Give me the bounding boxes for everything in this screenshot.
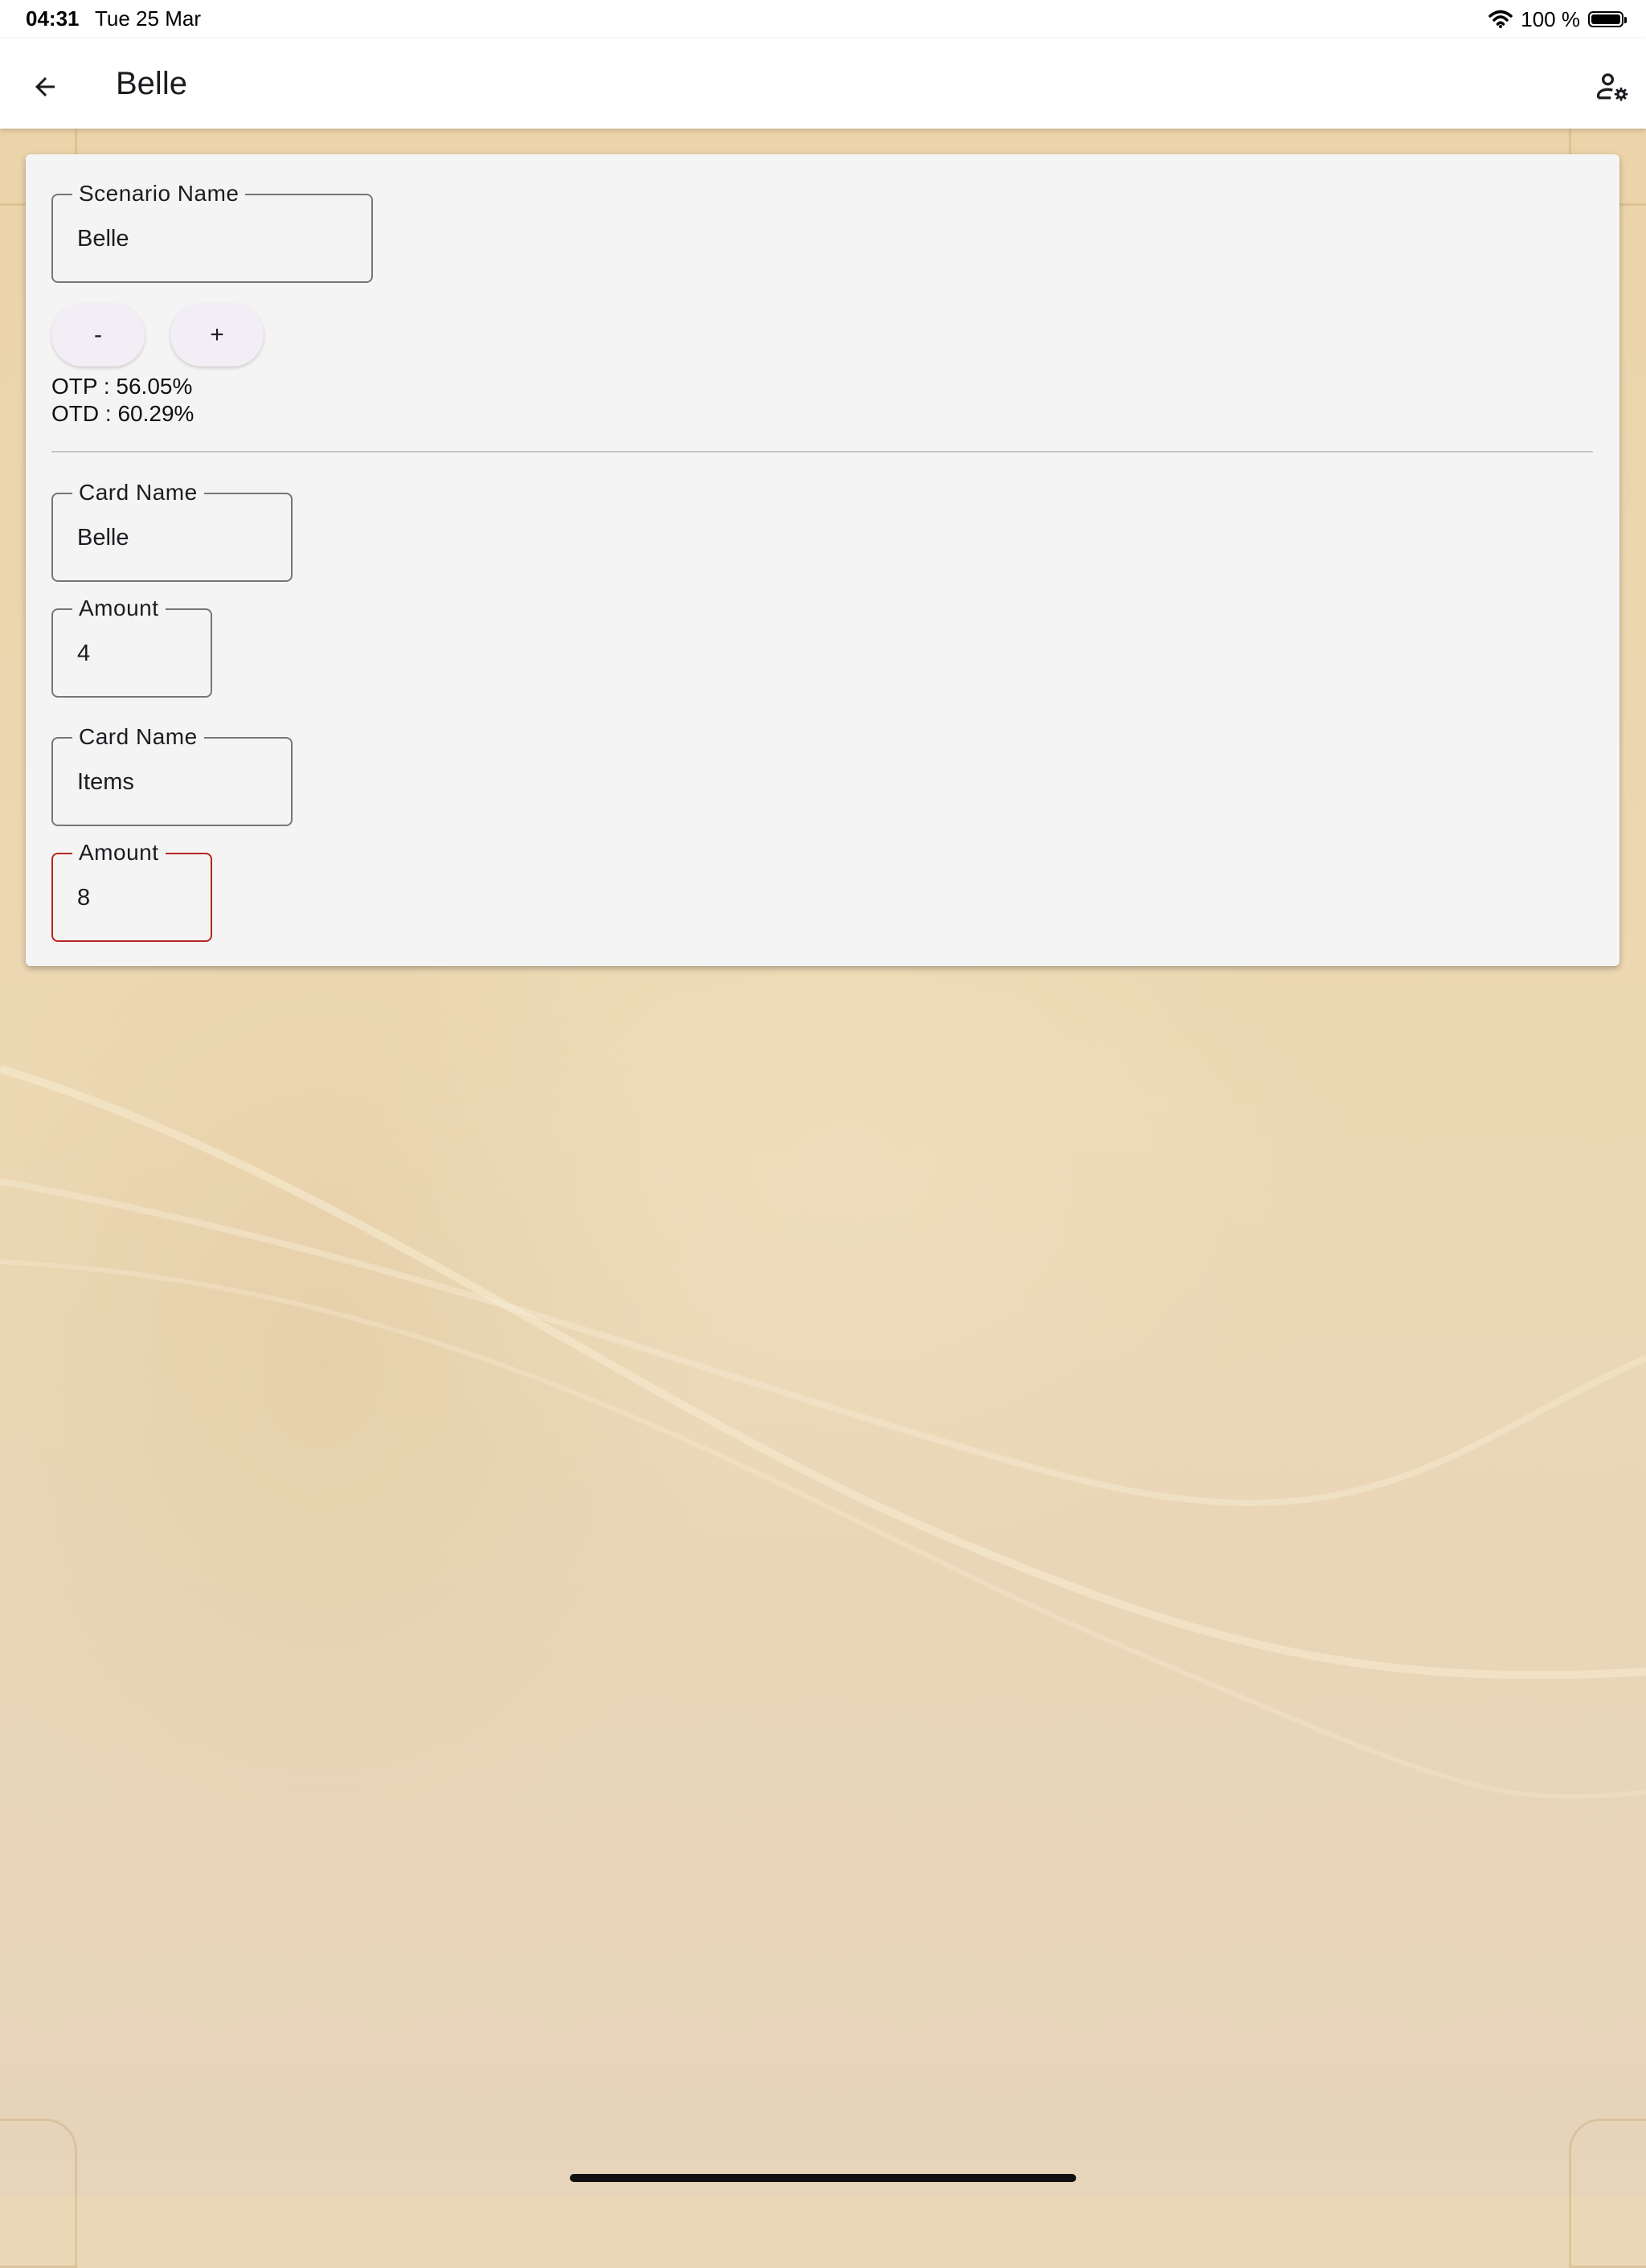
increment-label: + xyxy=(210,321,224,348)
card-name-label: Card Name xyxy=(72,479,204,506)
page-title: Belle xyxy=(116,66,187,101)
increment-button[interactable]: + xyxy=(170,304,264,366)
status-bar: 04:31 Tue 25 Mar 100 % xyxy=(0,0,1646,39)
amount-label: Amount xyxy=(72,595,166,622)
amount-input[interactable] xyxy=(77,877,194,919)
user-settings-button[interactable] xyxy=(1587,61,1638,113)
card-name-field[interactable]: Card Name xyxy=(51,723,293,826)
amount-label: Amount xyxy=(72,839,166,866)
card-name-field[interactable]: Card Name xyxy=(51,479,293,582)
scenario-name-field[interactable]: Scenario Name xyxy=(51,180,373,283)
divider xyxy=(51,451,1593,452)
otd-stat: OTD : 60.29% xyxy=(51,401,194,426)
amount-input[interactable] xyxy=(77,633,194,674)
decrement-button[interactable]: - xyxy=(51,304,145,366)
card-name-input[interactable] xyxy=(77,517,275,559)
battery-icon xyxy=(1588,11,1627,27)
scenario-name-input[interactable] xyxy=(77,218,355,260)
status-date: Tue 25 Mar xyxy=(95,6,201,31)
amount-field-error[interactable]: Amount xyxy=(51,839,212,942)
back-button[interactable] xyxy=(19,61,71,113)
wifi-icon xyxy=(1488,10,1513,28)
frame-corner-decoration xyxy=(0,2119,77,2268)
scenario-name-label: Scenario Name xyxy=(72,180,246,207)
scenario-card: Scenario Name - + OTP : 56.05% OTD : 60.… xyxy=(26,154,1619,966)
card-name-label: Card Name xyxy=(72,723,204,751)
status-indicators: 100 % xyxy=(1488,6,1627,32)
otp-stat: OTP : 56.05% xyxy=(51,374,193,399)
status-time: 04:31 xyxy=(26,6,80,31)
battery-percent: 100 % xyxy=(1521,6,1580,31)
amount-field[interactable]: Amount xyxy=(51,595,212,698)
decrement-label: - xyxy=(94,321,102,348)
home-indicator xyxy=(570,2174,1076,2182)
app-bar: Belle xyxy=(0,39,1646,129)
card-name-input[interactable] xyxy=(77,761,275,803)
arrow-left-icon xyxy=(35,77,55,96)
frame-corner-decoration xyxy=(1569,2119,1646,2268)
person-gear-icon xyxy=(1596,73,1628,101)
